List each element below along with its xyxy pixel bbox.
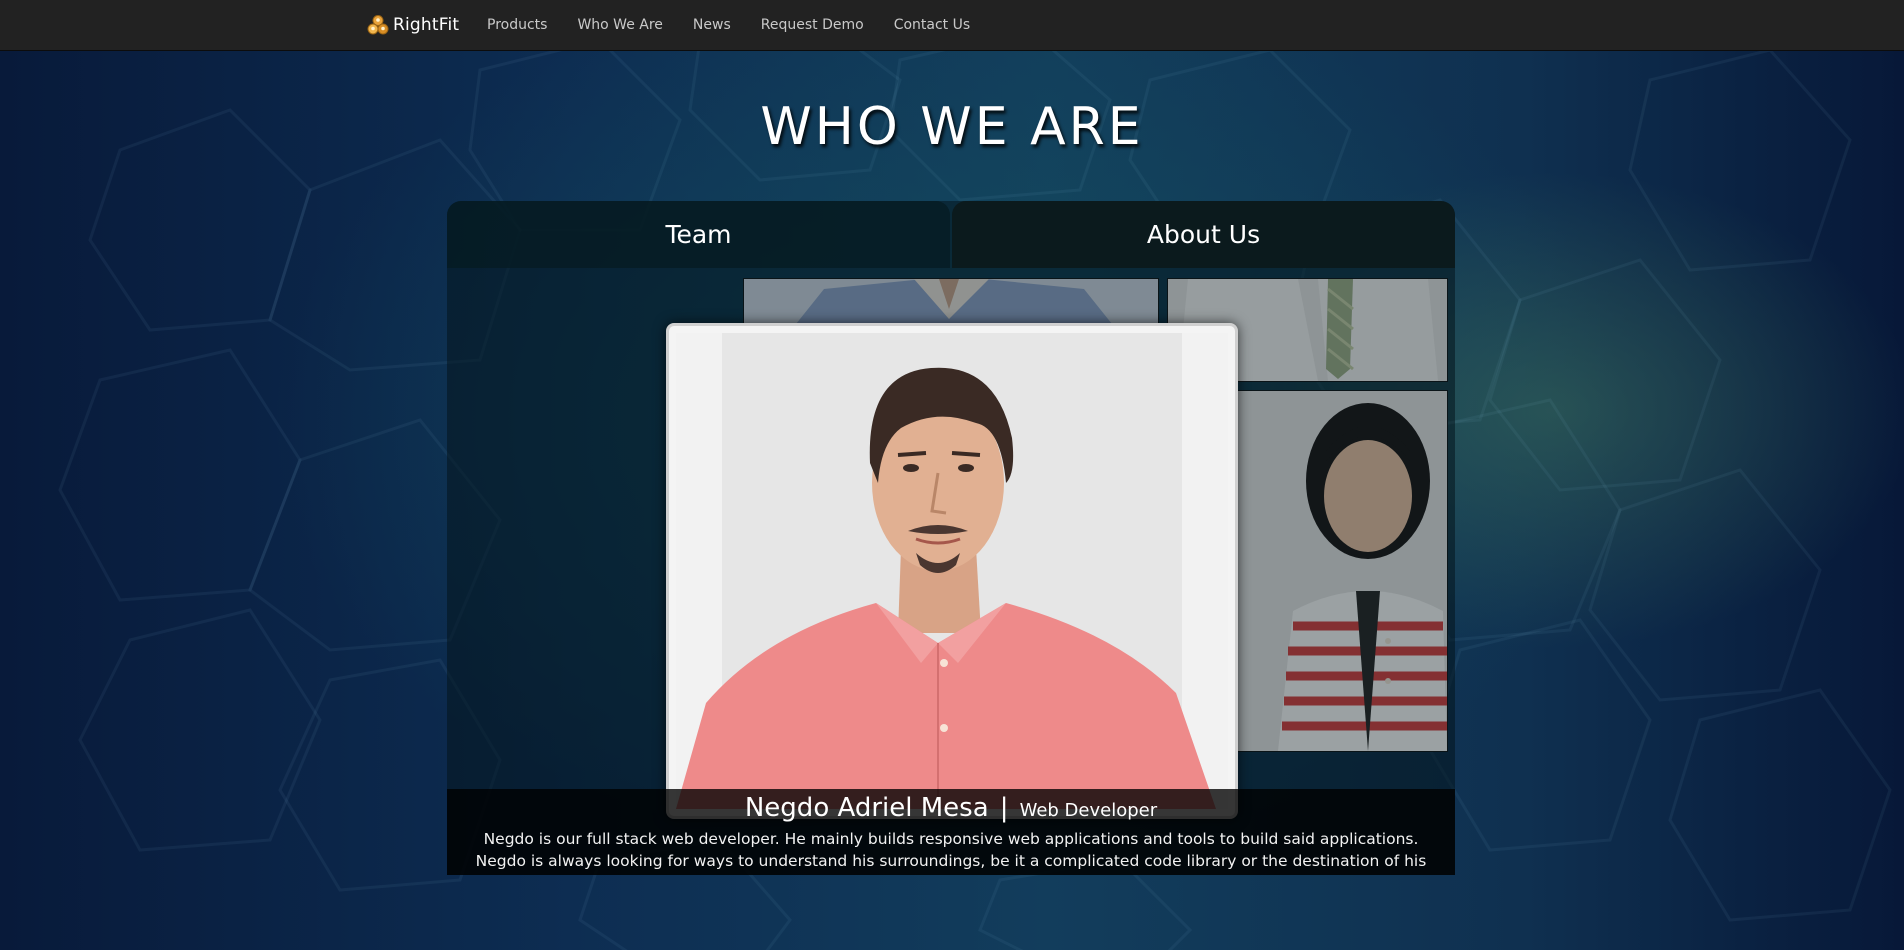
featured-member-card[interactable] — [666, 323, 1238, 819]
member-role: Web Developer — [1019, 800, 1158, 821]
member-bio: Negdo is our full stack web developer. H… — [475, 830, 1427, 875]
brand-name: RightFit — [393, 15, 460, 35]
member-caption-header: Negdo Adriel Mesa | Web Developer — [447, 793, 1455, 826]
member-name: Negdo Adriel Mesa — [744, 793, 989, 823]
nav-item-products[interactable]: Products — [472, 0, 562, 50]
top-navbar: RightFit Products Who We Are News Reques… — [0, 0, 1904, 51]
team-panel: Team About Us Negdo Adriel Mesa | Web De… — [447, 201, 1455, 875]
brand-logo-link[interactable]: RightFit — [367, 12, 459, 38]
main-nav: Products Who We Are News Request Demo Co… — [472, 0, 985, 50]
tab-about-us-label: About Us — [1146, 220, 1261, 249]
page-title: WHO WE ARE — [760, 97, 1144, 157]
tab-team-label: Team — [665, 220, 732, 249]
nav-item-news[interactable]: News — [678, 0, 746, 50]
tab-about-us[interactable]: About Us — [952, 201, 1455, 268]
member-name-separator: | — [999, 793, 1009, 823]
brand-logo-icon — [367, 15, 389, 35]
team-member-thumbnail[interactable] — [1237, 390, 1448, 752]
nav-item-who-we-are[interactable]: Who We Are — [562, 0, 677, 50]
featured-member-photo — [676, 333, 1228, 809]
nav-item-contact-us[interactable]: Contact Us — [879, 0, 985, 50]
nav-item-request-demo[interactable]: Request Demo — [746, 0, 879, 50]
tab-team[interactable]: Team — [447, 201, 950, 268]
member-caption: Negdo Adriel Mesa | Web Developer Negdo … — [447, 789, 1455, 875]
